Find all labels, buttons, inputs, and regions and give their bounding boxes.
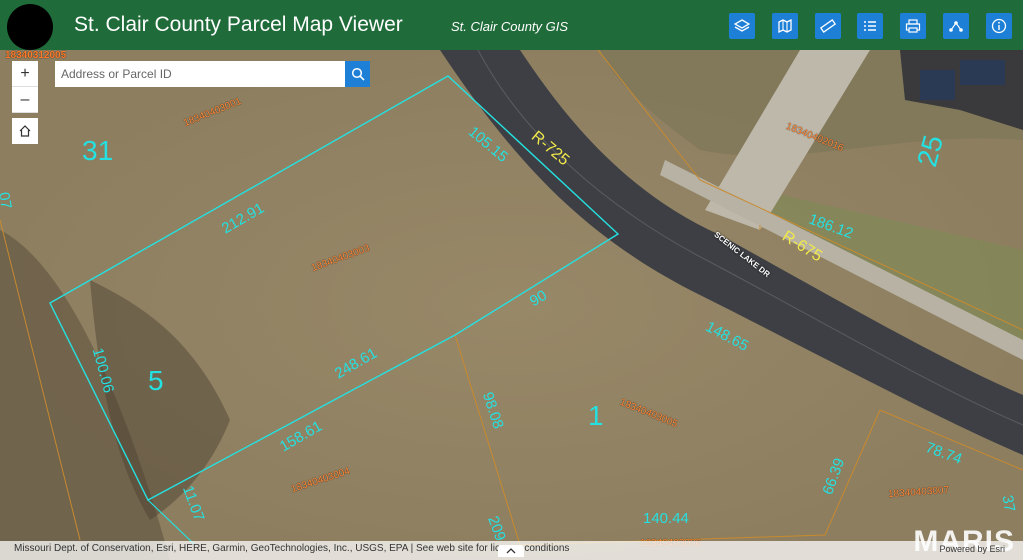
- solar-panels: [960, 60, 1005, 85]
- search-input[interactable]: [55, 61, 345, 87]
- app-title: St. Clair County Parcel Map Viewer: [74, 13, 403, 36]
- layers-button[interactable]: [729, 13, 755, 39]
- chevron-up-icon: [506, 548, 516, 554]
- search-icon: [351, 67, 365, 81]
- map-canvas[interactable]: [0, 50, 1023, 560]
- collapse-button[interactable]: [498, 545, 524, 557]
- zoom-in-button[interactable]: +: [12, 61, 38, 87]
- basemap-button[interactable]: [772, 13, 798, 39]
- parcel-map[interactable]: 31 5 1 25 18340403001 18340403003 183404…: [0, 50, 1023, 560]
- search-button[interactable]: [345, 61, 370, 87]
- home-button[interactable]: [12, 118, 38, 144]
- measure-icon: [820, 19, 836, 33]
- app-subtitle: St. Clair County GIS: [451, 19, 569, 34]
- solar-panels-2: [920, 70, 955, 100]
- measure-button[interactable]: [815, 13, 841, 39]
- share-button[interactable]: [943, 13, 969, 39]
- zoom-out-button[interactable]: –: [12, 87, 38, 113]
- print-icon: [905, 19, 921, 33]
- county-logo: [7, 4, 53, 50]
- home-icon: [19, 125, 31, 137]
- info-icon: [991, 18, 1007, 34]
- layers-icon: [734, 19, 750, 32]
- zoom-control: + –: [12, 61, 38, 113]
- info-button[interactable]: [986, 13, 1012, 39]
- basemap-icon: [778, 18, 792, 34]
- legend-icon: [864, 21, 876, 31]
- search-widget: [55, 61, 370, 87]
- legend-button[interactable]: [857, 13, 883, 39]
- parcel-id-label: 18340312005: [5, 50, 67, 61]
- print-button[interactable]: [900, 13, 926, 39]
- share-icon: [949, 21, 963, 32]
- powered-by: Powered by Esri: [939, 544, 1005, 554]
- app-header: St. Clair County Parcel Map Viewer St. C…: [0, 0, 1023, 50]
